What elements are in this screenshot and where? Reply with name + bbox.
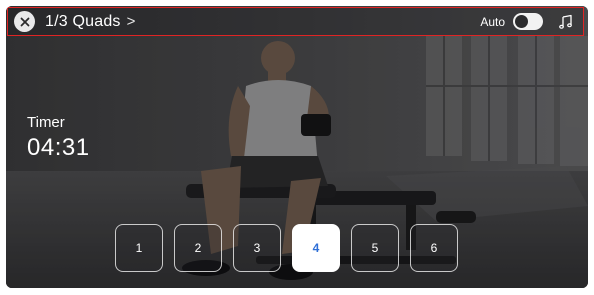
- timer: Timer 04:31: [27, 114, 90, 162]
- set-button-5[interactable]: 5: [351, 224, 399, 272]
- auto-label: Auto: [480, 14, 505, 29]
- set-button-6[interactable]: 6: [410, 224, 458, 272]
- exercise-title-button[interactable]: 1/3 Quads >: [45, 13, 136, 31]
- top-bar: 1/3 Quads > Auto: [7, 7, 584, 36]
- timer-value: 04:31: [27, 134, 90, 161]
- close-icon: [20, 17, 29, 26]
- set-button-4[interactable]: 4: [292, 224, 340, 272]
- toggle-knob: [515, 15, 528, 28]
- music-note-icon: [559, 14, 572, 29]
- workout-player: 1/3 Quads > Auto Timer 04:31 1 2 3 4 5 6: [6, 6, 588, 288]
- close-button[interactable]: [14, 11, 35, 32]
- set-selector: 1 2 3 4 5 6: [115, 224, 458, 272]
- set-button-1[interactable]: 1: [115, 224, 163, 272]
- set-button-2[interactable]: 2: [174, 224, 222, 272]
- timer-label: Timer: [27, 114, 65, 131]
- music-button[interactable]: [557, 13, 575, 31]
- chevron-right-icon: >: [126, 13, 136, 30]
- set-button-3[interactable]: 3: [233, 224, 281, 272]
- auto-toggle[interactable]: [513, 13, 543, 30]
- exercise-title: 1/3 Quads: [45, 12, 121, 30]
